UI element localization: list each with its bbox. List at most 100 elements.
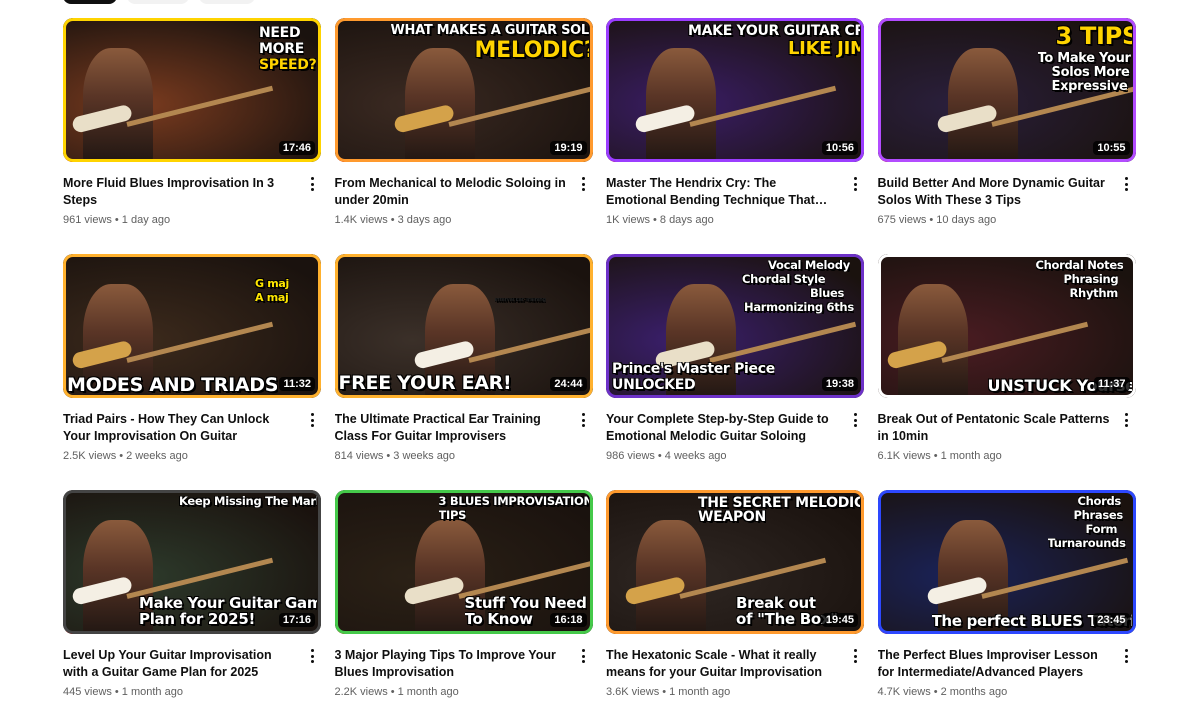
more-options-icon[interactable]: [1120, 647, 1134, 665]
video-card[interactable]: 3 BLUES IMPROVISATION TIPS Stuff You Need T…: [334, 490, 593, 713]
video-thumbnail[interactable]: THE SECRET MELODIC WEAPON Break out of "The…: [606, 490, 864, 634]
thumbnail-caption: MELODIC?: [474, 40, 589, 62]
separator-dot: •: [390, 214, 395, 226]
watch-progress-bar: [63, 159, 76, 162]
video-text: From Mechanical to Melodic Soloing in un…: [335, 175, 567, 227]
thumbnail-caption: Plan for 2025!: [139, 612, 255, 627]
separator-dot: •: [114, 214, 119, 226]
filter-chip-latest[interactable]: [63, 0, 117, 4]
video-stats: 1.4K views • 3 days ago: [335, 213, 567, 227]
thumbnail-caption: Interval Ear Training: [494, 298, 546, 303]
view-count: 2.5K views: [63, 450, 117, 462]
more-options-icon[interactable]: [577, 411, 591, 429]
video-title[interactable]: From Mechanical to Melodic Soloing in un…: [335, 175, 567, 209]
video-card[interactable]: G maj A maj MODES AND TRIADS 11:32 Triad Pai…: [63, 254, 321, 490]
video-card[interactable]: NEED MORE SPEED? 17:46 More Fluid Blues Impr…: [63, 18, 321, 254]
video-stats: 445 views • 1 month ago: [63, 685, 295, 699]
video-title[interactable]: Triad Pairs - How They Can Unlock Your I…: [63, 411, 295, 445]
more-options-icon[interactable]: [577, 647, 591, 665]
more-options-icon[interactable]: [305, 411, 319, 429]
video-card[interactable]: MAKE YOUR GUITAR CRY LIKE JIMI 10:56 Master…: [606, 18, 864, 254]
video-card[interactable]: 3 TIPS To Make Your Solos More Expressive 10…: [877, 18, 1136, 254]
video-text: Master The Hendrix Cry: The Emotional Be…: [606, 175, 838, 227]
video-card[interactable]: Interval Ear Training FREE YOUR EAR! 24:44…: [334, 254, 593, 490]
upload-age: 2 months ago: [940, 686, 1008, 698]
thumbnail-caption: Phrases: [1073, 510, 1123, 522]
video-thumbnail[interactable]: Interval Ear Training FREE YOUR EAR! 24:44: [334, 254, 593, 398]
more-options-icon[interactable]: [577, 175, 591, 193]
video-stats: 4.7K views • 2 months ago: [878, 685, 1110, 699]
video-title[interactable]: Build Better And More Dynamic Guitar Sol…: [878, 175, 1110, 209]
video-title[interactable]: More Fluid Blues Improvisation In 3 Step…: [63, 175, 295, 209]
view-count: 986 views: [606, 450, 655, 462]
video-thumbnail[interactable]: 3 TIPS To Make Your Solos More Expressive 10…: [877, 18, 1136, 162]
thumbnail-caption: MAKE YOUR GUITAR CRY: [688, 24, 860, 38]
video-card[interactable]: Keep Missing The Mark? Make Your Guitar G…: [63, 490, 321, 713]
thumbnail-caption: To Make Your: [1037, 52, 1131, 65]
video-thumbnail[interactable]: Keep Missing The Mark? Make Your Guitar G…: [63, 490, 321, 634]
video-thumbnail[interactable]: NEED MORE SPEED? 17:46: [63, 18, 321, 162]
thumbnail-caption: Keep Missing The Mark?: [179, 496, 317, 508]
more-options-icon[interactable]: [848, 411, 862, 429]
more-options-icon[interactable]: [305, 647, 319, 665]
video-title[interactable]: Break Out of Pentatonic Scale Patterns i…: [878, 411, 1110, 445]
thumbnail-caption: MODES AND TRIADS: [67, 376, 279, 395]
thumbnail-caption: Turnarounds: [1047, 538, 1126, 550]
upload-age: 1 month ago: [121, 686, 183, 698]
thumbnail-caption: Expressive: [1051, 80, 1128, 93]
more-options-icon[interactable]: [1120, 411, 1134, 429]
guitarist-image: [636, 520, 706, 634]
video-thumbnail[interactable]: 3 BLUES IMPROVISATION TIPS Stuff You Need T…: [334, 490, 593, 634]
upload-age: 1 month ago: [669, 686, 731, 698]
separator-dot: •: [929, 214, 934, 226]
video-thumbnail[interactable]: MAKE YOUR GUITAR CRY LIKE JIMI 10:56: [606, 18, 864, 162]
video-title[interactable]: The Perfect Blues Improviser Lesson for …: [878, 647, 1110, 681]
video-stats: 1K views • 8 days ago: [606, 213, 838, 227]
video-thumbnail[interactable]: WHAT MAKES A GUITAR SOLO MELODIC? 19:19: [334, 18, 593, 162]
duration-badge: 11:37: [1093, 377, 1130, 391]
duration-badge: 24:44: [550, 377, 587, 391]
watch-progress-bar: [606, 159, 625, 162]
video-card[interactable]: Vocal Melody Chordal Style Blues Harmonizin…: [606, 254, 864, 490]
video-title[interactable]: The Hexatonic Scale - What it really mea…: [606, 647, 838, 681]
video-title[interactable]: Your Complete Step-by-Step Guide to Emot…: [606, 411, 838, 445]
video-stats: 814 views • 3 weeks ago: [335, 449, 567, 463]
video-thumbnail[interactable]: Vocal Melody Chordal Style Blues Harmonizin…: [606, 254, 864, 398]
more-options-icon[interactable]: [305, 175, 319, 193]
thumbnail-caption: To Know: [464, 612, 533, 627]
video-card[interactable]: Chords Phrases Form Turnarounds The perfect …: [877, 490, 1136, 713]
more-options-icon[interactable]: [1120, 175, 1134, 193]
thumbnail-caption: Stuff You Need: [464, 596, 587, 611]
duration-badge: 23:45: [1093, 613, 1130, 627]
video-details: 3 Major Playing Tips To Improve Your Blu…: [335, 647, 593, 699]
video-thumbnail[interactable]: Chords Phrases Form Turnarounds The perfect …: [877, 490, 1136, 634]
guitarist-image: [404, 48, 475, 162]
video-stats: 2.5K views • 2 weeks ago: [63, 449, 295, 463]
upload-age: 1 day ago: [121, 214, 171, 226]
video-title[interactable]: 3 Major Playing Tips To Improve Your Blu…: [335, 647, 567, 681]
more-options-icon[interactable]: [848, 175, 862, 193]
video-thumbnail[interactable]: Chordal Notes Phrasing Rhythm UNSTUCK Yours…: [877, 254, 1136, 398]
filter-chip-popular[interactable]: [127, 0, 189, 4]
upload-age: 8 days ago: [659, 214, 714, 226]
video-card[interactable]: THE SECRET MELODIC WEAPON Break out of "The…: [606, 490, 864, 713]
separator-dot: •: [386, 450, 391, 462]
video-title[interactable]: Level Up Your Guitar Improvisation with …: [63, 647, 295, 681]
view-count: 6.1K views: [877, 450, 931, 462]
thumbnail-caption: 3 TIPS: [1055, 24, 1132, 48]
duration-badge: 11:32: [279, 377, 315, 391]
filter-chip-oldest[interactable]: [199, 0, 255, 4]
more-options-icon[interactable]: [848, 647, 862, 665]
video-text: Triad Pairs - How They Can Unlock Your I…: [63, 411, 295, 463]
watch-progress-bar: [63, 631, 89, 634]
separator-dot: •: [653, 214, 657, 226]
video-card[interactable]: Chordal Notes Phrasing Rhythm UNSTUCK Yours…: [877, 254, 1136, 490]
thumbnail-caption: THE SECRET MELODIC: [698, 496, 860, 510]
video-title[interactable]: Master The Hendrix Cry: The Emotional Be…: [606, 175, 838, 209]
upload-age: 10 days ago: [936, 214, 997, 226]
video-title[interactable]: The Ultimate Practical Ear Training Clas…: [335, 411, 567, 445]
video-details: Master The Hendrix Cry: The Emotional Be…: [606, 175, 864, 227]
video-card[interactable]: WHAT MAKES A GUITAR SOLO MELODIC? 19:19 Fro…: [334, 18, 593, 254]
thumbnail-caption: Rhythm: [1069, 288, 1118, 300]
video-thumbnail[interactable]: G maj A maj MODES AND TRIADS 11:32: [63, 254, 321, 398]
